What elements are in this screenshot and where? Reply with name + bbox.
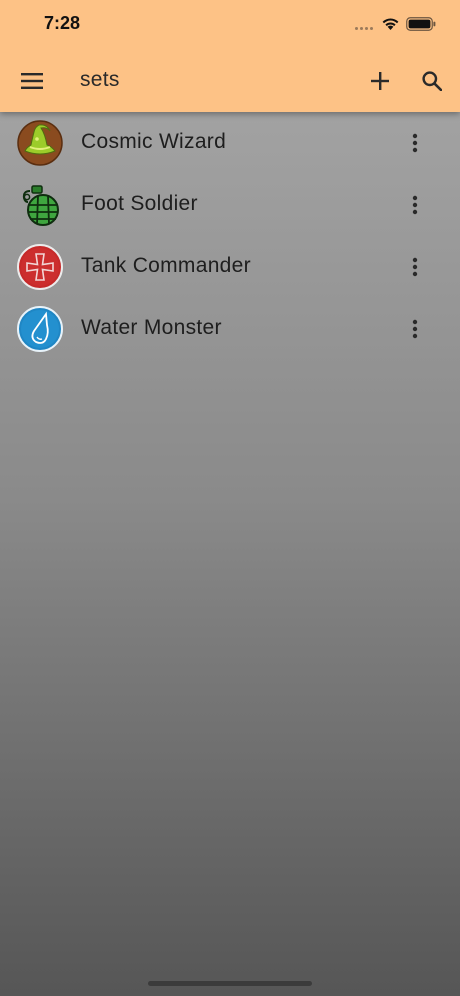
more-options-button[interactable] bbox=[400, 250, 430, 284]
status-bar: 7:28 bbox=[0, 0, 460, 50]
list-item[interactable]: Foot Soldier bbox=[0, 174, 460, 236]
plus-icon bbox=[371, 72, 389, 90]
list-item[interactable]: Tank Commander bbox=[0, 236, 460, 298]
battery-icon bbox=[406, 17, 436, 31]
menu-icon bbox=[21, 73, 43, 89]
cellular-signal-icon bbox=[355, 27, 375, 31]
grenade-icon bbox=[22, 185, 59, 226]
status-time: 7:28 bbox=[44, 13, 81, 33]
water-drop-icon bbox=[17, 306, 63, 352]
more-vertical-icon bbox=[412, 133, 418, 153]
wifi-icon bbox=[382, 18, 399, 30]
home-indicator[interactable] bbox=[148, 981, 312, 986]
list-item[interactable]: Cosmic Wizard bbox=[0, 112, 460, 174]
sets-list: Cosmic Wizard Foot Soldier Tank Commande… bbox=[0, 112, 460, 360]
iron-cross-icon bbox=[17, 244, 63, 290]
more-options-button[interactable] bbox=[400, 126, 430, 160]
set-name: Foot Soldier bbox=[81, 192, 198, 215]
page-title: sets bbox=[80, 68, 120, 91]
set-name: Tank Commander bbox=[81, 254, 251, 277]
top-bar: 7:28 sets bbox=[0, 0, 460, 112]
set-name: Water Monster bbox=[81, 316, 222, 339]
search-icon bbox=[422, 71, 442, 91]
app-bar: sets bbox=[0, 55, 460, 107]
search-button[interactable] bbox=[414, 63, 450, 99]
set-name: Cosmic Wizard bbox=[81, 130, 227, 153]
more-vertical-icon bbox=[412, 195, 418, 215]
list-item[interactable]: Water Monster bbox=[0, 298, 460, 360]
more-options-button[interactable] bbox=[400, 312, 430, 346]
more-vertical-icon bbox=[412, 257, 418, 277]
more-vertical-icon bbox=[412, 319, 418, 339]
wizard-hat-icon bbox=[17, 120, 63, 166]
add-set-button[interactable] bbox=[362, 63, 398, 99]
menu-button[interactable] bbox=[14, 63, 50, 99]
more-options-button[interactable] bbox=[400, 188, 430, 222]
